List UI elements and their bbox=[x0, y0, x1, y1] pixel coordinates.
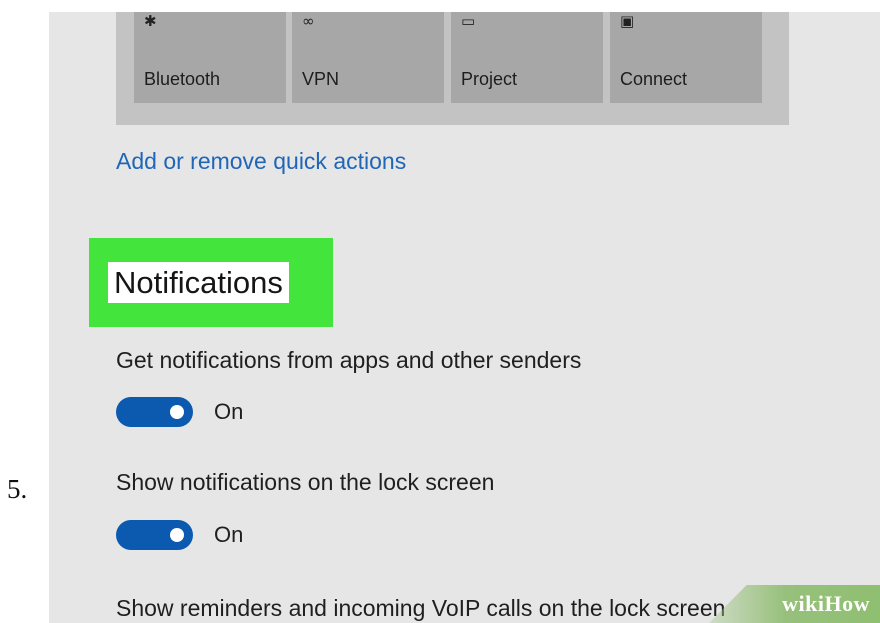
app-notifications-toggle[interactable] bbox=[116, 397, 193, 427]
quick-action-connect[interactable]: ▣ Connect bbox=[610, 12, 762, 103]
watermark-text: wikiHow bbox=[782, 591, 870, 616]
quick-action-vpn[interactable]: ∞ VPN bbox=[292, 12, 444, 103]
setting-label-lock-screen-notifications: Show notifications on the lock screen bbox=[116, 469, 495, 495]
setting-label-reminders-voip: Show reminders and incoming VoIP calls o… bbox=[116, 595, 726, 621]
quick-actions-grid: ✱ Bluetooth ∞ VPN ▭ Project ▣ Connect bbox=[116, 12, 789, 125]
wikihow-watermark: wikiHow bbox=[709, 585, 880, 623]
connect-icon: ▣ bbox=[620, 12, 635, 30]
notifications-heading: Notifications bbox=[108, 262, 289, 303]
bluetooth-icon: ✱ bbox=[144, 12, 157, 30]
quick-action-label: Connect bbox=[620, 69, 688, 89]
quick-action-bluetooth[interactable]: ✱ Bluetooth bbox=[134, 12, 286, 103]
quick-action-label: Bluetooth bbox=[144, 69, 221, 89]
settings-panel: ✱ Bluetooth ∞ VPN ▭ Project ▣ Connect Ad… bbox=[49, 12, 880, 623]
project-icon: ▭ bbox=[461, 12, 476, 30]
add-remove-quick-actions-link[interactable]: Add or remove quick actions bbox=[116, 148, 406, 175]
quick-action-project[interactable]: ▭ Project bbox=[451, 12, 603, 103]
quick-action-label: VPN bbox=[302, 69, 340, 89]
vpn-icon: ∞ bbox=[302, 12, 315, 30]
step-number: 5. bbox=[7, 474, 28, 504]
toggle-knob bbox=[170, 405, 184, 419]
toggle-state-label: On bbox=[214, 399, 244, 424]
setting-label-app-notifications: Get notifications from apps and other se… bbox=[116, 347, 582, 373]
toggle-knob bbox=[170, 528, 184, 542]
lock-screen-notifications-toggle[interactable] bbox=[116, 520, 193, 550]
quick-action-label: Project bbox=[461, 69, 518, 89]
toggle-state-label: On bbox=[214, 522, 244, 547]
